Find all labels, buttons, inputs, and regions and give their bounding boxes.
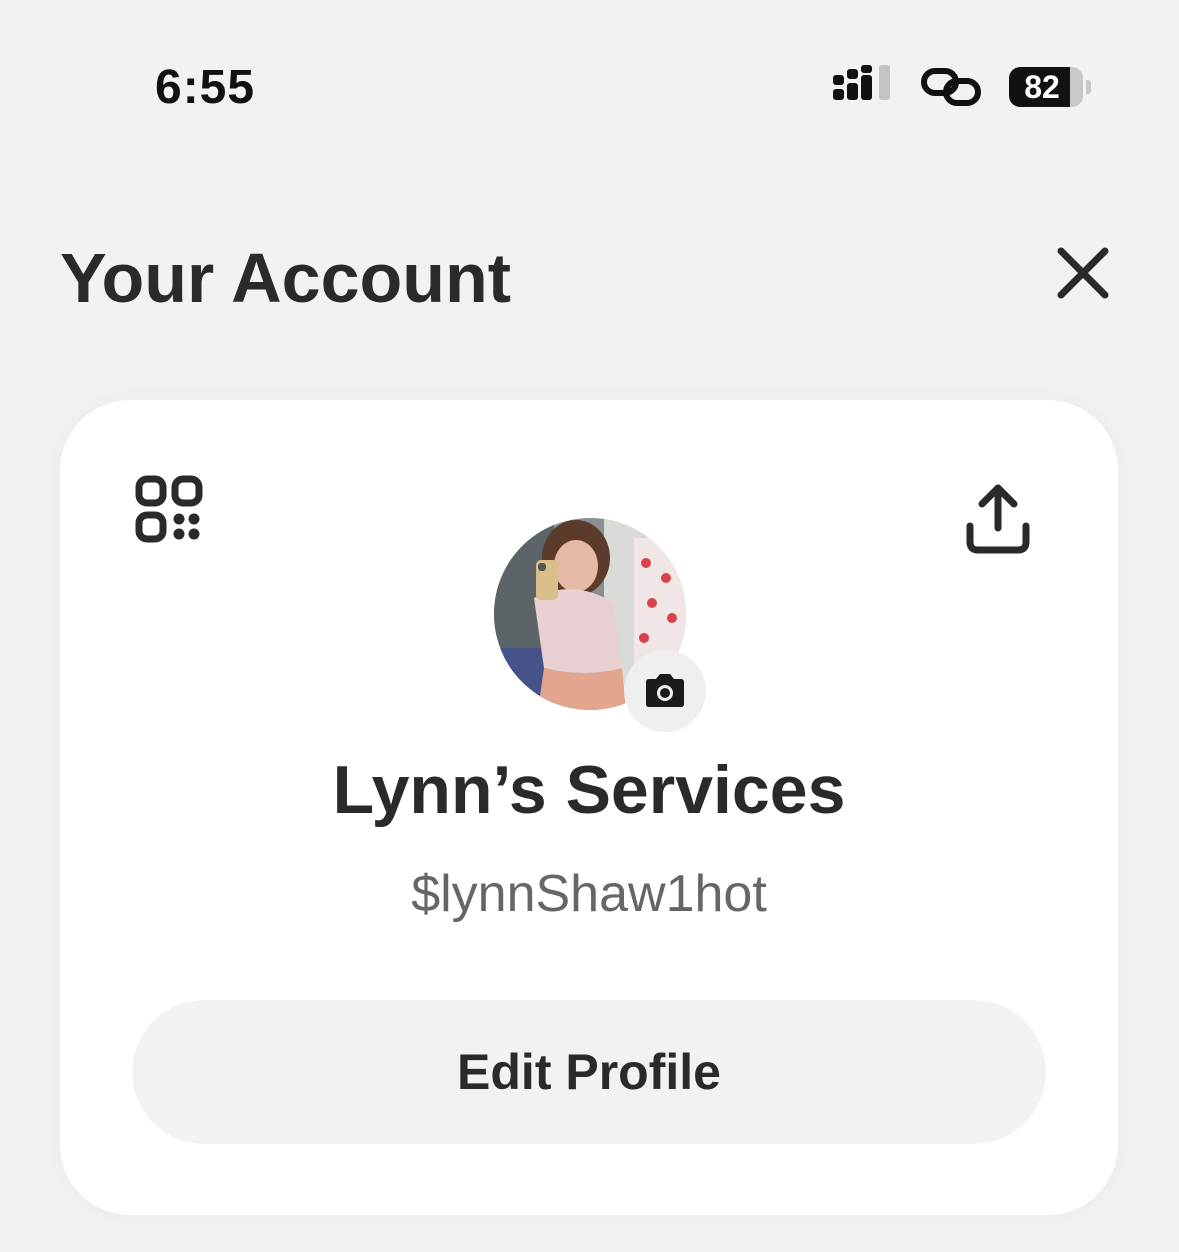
battery-level: 82 — [1024, 68, 1060, 105]
camera-icon — [646, 674, 684, 707]
profile-cashtag: $lynnShaw1hot — [411, 865, 767, 923]
qr-code-icon — [135, 475, 203, 543]
battery-cap — [1086, 80, 1091, 94]
close-button[interactable] — [1050, 240, 1116, 306]
share-icon — [966, 484, 1030, 554]
change-photo-button[interactable] — [624, 650, 706, 732]
qr-code-button[interactable] — [134, 474, 204, 544]
battery-icon: 82 — [1009, 67, 1091, 107]
profile-card: Lynn’s Services $lynnShaw1hot Edit Profi… — [60, 400, 1118, 1215]
status-icons: 82 — [833, 62, 1091, 112]
share-button[interactable] — [962, 480, 1034, 560]
profile-name: Lynn’s Services — [332, 752, 846, 828]
cellular-signal-icon — [833, 65, 890, 100]
battery-body: 82 — [1009, 67, 1083, 107]
page-title: Your Account — [60, 239, 512, 317]
status-time: 6:55 — [155, 61, 256, 114]
personal-hotspot-icon — [921, 68, 981, 106]
edit-profile-button[interactable]: Edit Profile — [132, 1000, 1046, 1144]
close-icon — [1057, 247, 1109, 299]
